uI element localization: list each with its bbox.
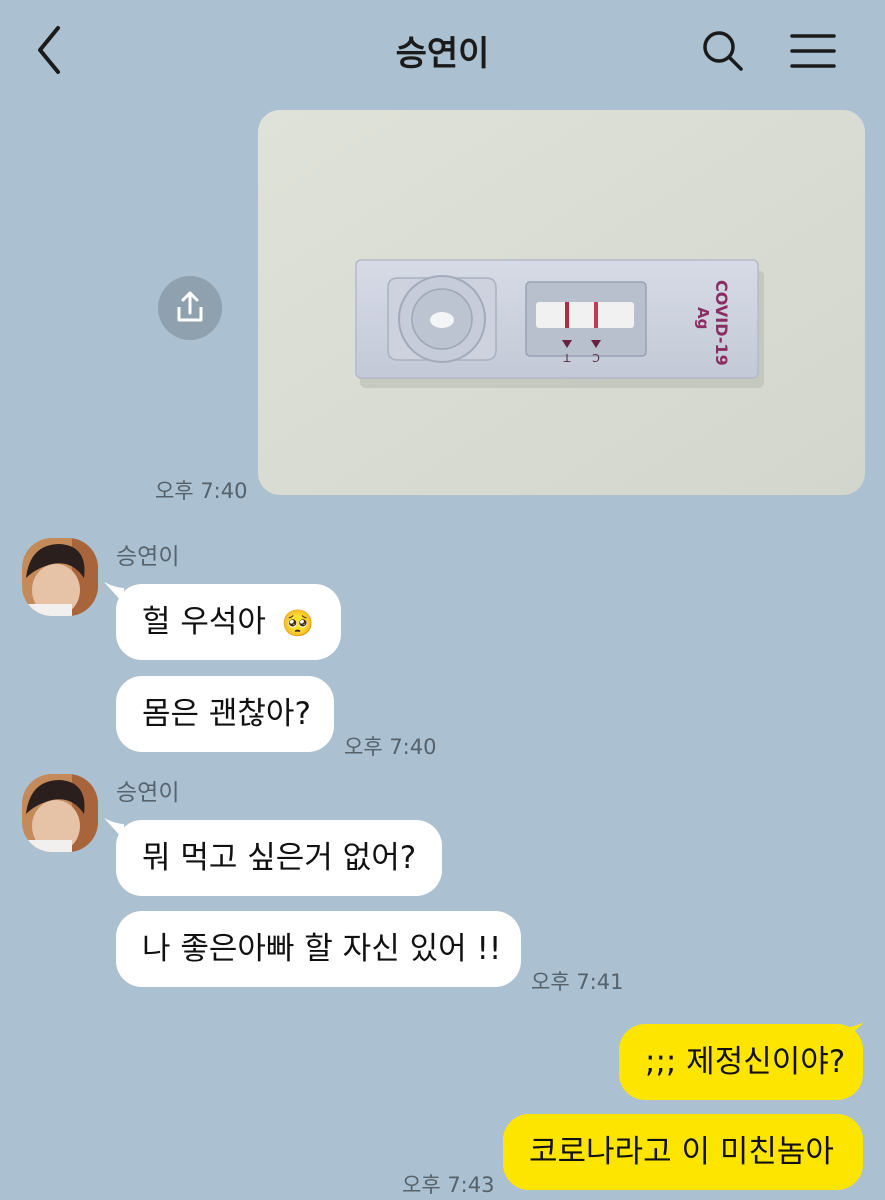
message-text: 몸은 괜찮아? (142, 696, 311, 732)
marker-t-label: T (563, 351, 571, 364)
message-text: 헐 우석아 (142, 604, 266, 640)
photo-timestamp: 오후 7:40 (155, 479, 248, 503)
share-icon (177, 291, 203, 322)
covid-test-photo: T C COVID-19 Ag (258, 110, 865, 495)
avatar[interactable] (22, 538, 98, 616)
message-bubble[interactable]: 헐 우석아 🥺 (116, 584, 341, 660)
sender-name: 승연이 (116, 544, 180, 570)
message-text: ;;; 제정신이야? (645, 1044, 846, 1080)
avatar[interactable] (22, 774, 98, 852)
message-bubble[interactable]: 나 좋은아빠 할 자신 있어 !! (116, 911, 521, 987)
chat-header: 승연이 (0, 0, 885, 100)
message-text: 코로나라고 이 미친놈아 (529, 1134, 834, 1170)
my-message-timestamp: 오후 7:43 (402, 1173, 495, 1197)
chat-title: 승연이 (395, 34, 490, 74)
avatar-photo (22, 538, 98, 616)
photo-message[interactable]: T C COVID-19 Ag (258, 110, 865, 495)
menu-button[interactable] (786, 26, 840, 76)
my-message-bubble[interactable]: ;;; 제정신이야? (619, 1024, 863, 1100)
message-bubble[interactable]: 몸은 괜찮아? (116, 676, 334, 752)
pleading-face-emoji: 🥺 (281, 609, 315, 639)
message-text: 뭐 먹고 싶은거 없어? (142, 840, 417, 876)
cassette-label-ag: Ag (694, 307, 712, 329)
avatar-photo (22, 774, 98, 852)
search-button[interactable] (698, 26, 748, 76)
message-text: 나 좋은아빠 할 자신 있어 !! (142, 931, 502, 967)
my-message-bubble[interactable]: 코로나라고 이 미친놈아 (503, 1114, 863, 1190)
cassette-label-covid: COVID-19 (712, 280, 731, 366)
message-bubble[interactable]: 뭐 먹고 싶은거 없어? (116, 820, 442, 896)
hamburger-menu-icon (790, 34, 836, 68)
marker-c-label: C (592, 351, 600, 364)
message-timestamp: 오후 7:40 (344, 735, 437, 759)
share-button[interactable] (158, 276, 222, 340)
search-icon (703, 31, 743, 71)
sender-name: 승연이 (116, 780, 180, 806)
message-timestamp: 오후 7:41 (531, 970, 624, 994)
